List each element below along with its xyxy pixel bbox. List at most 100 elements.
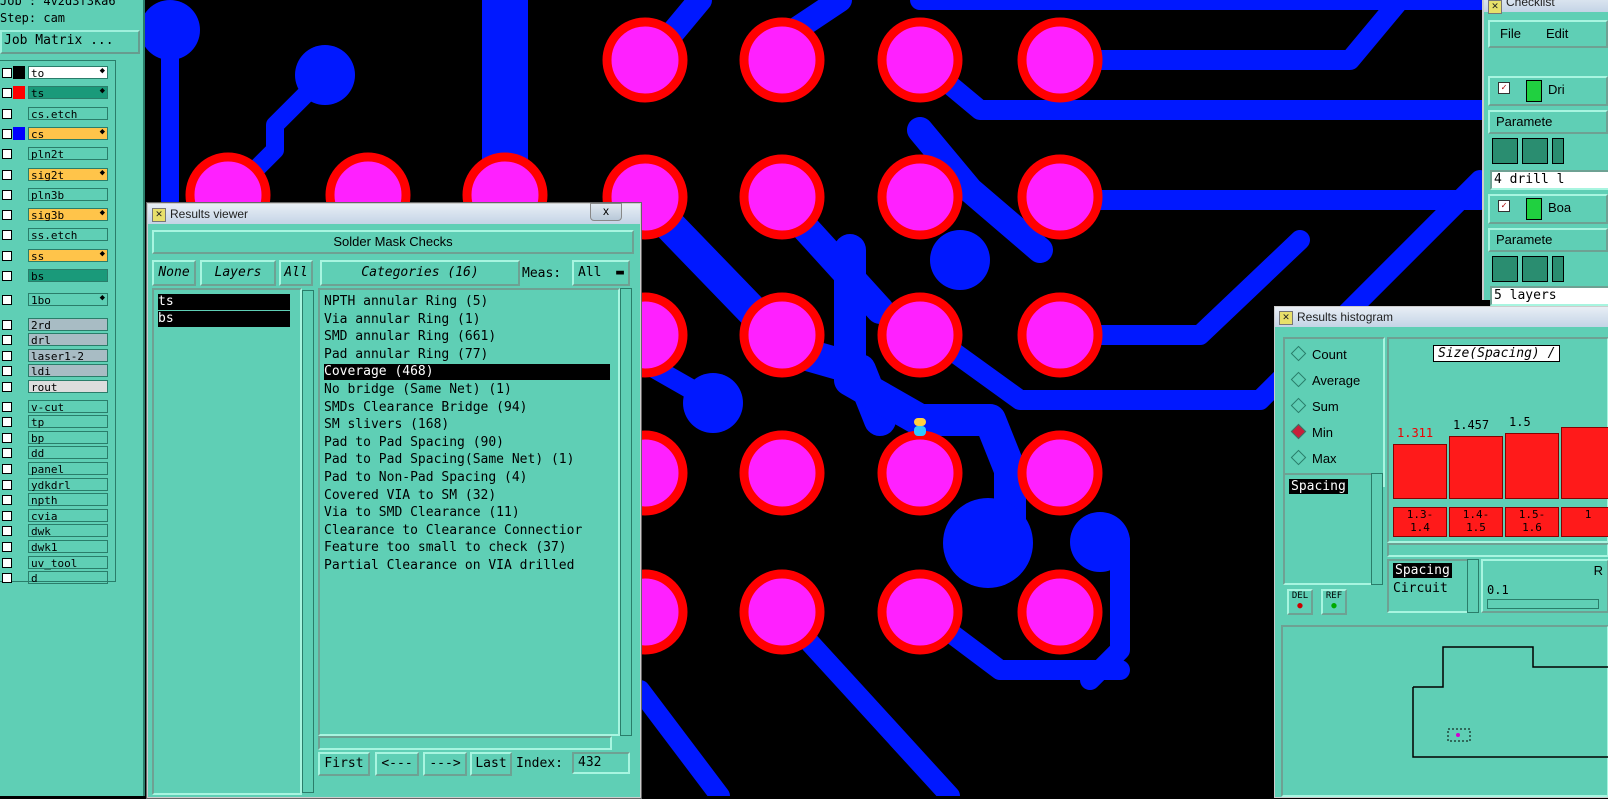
del-button[interactable]: DEL ●	[1287, 589, 1313, 615]
layer-checkbox[interactable]	[2, 319, 12, 330]
layer-checkbox[interactable]	[2, 432, 12, 443]
category-scrollbar[interactable]	[620, 288, 632, 736]
mode-radio-count[interactable]: Count	[1290, 345, 1347, 362]
layer-checkbox[interactable]	[2, 108, 12, 119]
select-all-button[interactable]: All	[279, 260, 313, 286]
layer-row[interactable]: sig3b ◆	[0, 207, 115, 222]
layer-checkbox[interactable]	[2, 542, 12, 552]
layer-color-swatch[interactable]	[13, 147, 25, 160]
layer-checkbox[interactable]	[2, 210, 12, 221]
run-icon[interactable]	[1492, 138, 1518, 164]
histogram-range-label[interactable]: 1.5- 1.6	[1505, 507, 1559, 537]
type-listbox[interactable]: Spacing Circuit	[1387, 559, 1469, 613]
layer-row[interactable]: bs	[0, 268, 115, 283]
layer-name[interactable]: ldi	[28, 364, 108, 378]
layer-color-swatch[interactable]	[13, 107, 25, 120]
layer-row[interactable]: dwk	[0, 523, 115, 538]
layer-checkbox[interactable]	[2, 479, 12, 490]
histogram-listbox[interactable]: Spacing	[1283, 473, 1377, 585]
layer-name[interactable]: pln3b	[28, 187, 108, 202]
layer-color-swatch[interactable]	[13, 446, 25, 459]
category-item[interactable]: NPTH annular Ring (5)	[324, 294, 610, 310]
histogram-titlebar[interactable]: ✕ Results histogram	[1275, 307, 1608, 327]
stop-icon[interactable]	[1552, 138, 1564, 164]
layer-row[interactable]: drl	[0, 332, 115, 347]
layer-checkbox[interactable]	[2, 495, 12, 506]
layer-name[interactable]: sig2t	[28, 167, 108, 182]
category-hscrollbar[interactable]	[318, 736, 612, 750]
layer-color-swatch[interactable]	[13, 364, 25, 377]
job-matrix-button[interactable]: Job Matrix ...	[0, 30, 140, 54]
layer-checkbox[interactable]	[2, 230, 12, 241]
category-item[interactable]: Covered VIA to SM (32)	[324, 488, 610, 504]
layer-row[interactable]: panel	[0, 461, 115, 476]
layer-name[interactable]: laser1-2	[28, 348, 108, 363]
layer-name[interactable]: npth	[28, 493, 108, 507]
parameters-button-2[interactable]: Paramete	[1488, 228, 1608, 252]
layer-color-swatch[interactable]	[13, 349, 25, 362]
layer-row[interactable]: dwk1	[0, 539, 115, 554]
histogram-range-label[interactable]: 1	[1561, 507, 1608, 537]
category-item[interactable]: Feature too small to check (37)	[324, 540, 610, 556]
layer-name[interactable]: uv_tool	[28, 555, 108, 570]
layer-color-swatch[interactable]	[13, 86, 25, 100]
layer-checkbox[interactable]	[2, 149, 12, 160]
layer-row[interactable]: pln3b	[0, 187, 115, 202]
select-none-button[interactable]: None	[152, 260, 196, 286]
layer-color-swatch[interactable]	[13, 269, 25, 282]
category-item[interactable]: SMD annular Ring (661)	[324, 329, 610, 345]
type-item-circuit[interactable]: Circuit	[1393, 581, 1448, 596]
layer-row[interactable]: 2rd	[0, 317, 115, 332]
layer-name[interactable]: 2rd	[28, 317, 108, 332]
layer-color-swatch[interactable]	[13, 293, 25, 306]
layer-checkbox[interactable]	[2, 189, 12, 200]
checkbox-icon[interactable]: ✓	[1498, 82, 1510, 94]
range-slider[interactable]	[1487, 599, 1599, 609]
layer-checkbox[interactable]	[2, 382, 12, 392]
layer-name[interactable]: bs	[28, 269, 108, 283]
layer-row[interactable]: sig2t ◆	[0, 167, 115, 182]
index-input[interactable]: 432	[572, 752, 630, 774]
layer-name[interactable]: sig3b	[28, 208, 108, 222]
checkbox-icon[interactable]: ✓	[1498, 200, 1510, 212]
category-item[interactable]: SMDs Clearance Bridge (94)	[324, 400, 610, 416]
layer-color-swatch[interactable]	[13, 478, 25, 491]
layer-color-swatch[interactable]	[13, 415, 25, 428]
board-preview[interactable]	[1281, 625, 1608, 797]
layer-color-swatch[interactable]	[13, 208, 25, 221]
layer-row[interactable]: bp	[0, 430, 115, 445]
layer-name[interactable]: bp	[28, 430, 108, 445]
histogram-bar[interactable]	[1449, 435, 1503, 499]
layer-row[interactable]: cs ◆	[0, 126, 115, 141]
meas-dropdown[interactable]: All ▬	[572, 260, 630, 286]
mode-radio-max[interactable]: Max	[1290, 449, 1337, 466]
checklist-row-2[interactable]: ✓ Boa	[1488, 194, 1608, 224]
layer-checkbox[interactable]	[2, 88, 12, 99]
histogram-list-item[interactable]: Spacing	[1289, 479, 1348, 494]
category-item[interactable]: Partial Clearance on VIA drilled	[324, 558, 610, 574]
layer-row[interactable]: pln2t	[0, 146, 115, 161]
layer-checkbox[interactable]	[2, 573, 12, 584]
layer-name[interactable]: d	[28, 571, 108, 585]
layer-checkbox[interactable]	[2, 295, 12, 306]
category-item[interactable]: Coverage (468)	[324, 364, 610, 381]
category-item[interactable]: Pad annular Ring (77)	[324, 347, 610, 363]
layer-name[interactable]: drl	[28, 333, 108, 347]
layer-name[interactable]: to	[28, 66, 108, 80]
layer-checkbox[interactable]	[2, 271, 12, 281]
layer-name[interactable]: dwk1	[28, 540, 108, 554]
layer-name[interactable]: ss	[28, 248, 108, 263]
checklist-row-1[interactable]: ✓ Dri	[1488, 76, 1608, 106]
layer-color-swatch[interactable]	[13, 509, 25, 522]
layer-color-swatch[interactable]	[13, 228, 25, 241]
layer-color-swatch[interactable]	[13, 540, 25, 553]
layer-color-swatch[interactable]	[13, 380, 25, 393]
layer-name[interactable]: v-cut	[28, 399, 108, 414]
run-all-icon[interactable]	[1522, 256, 1548, 282]
layer-color-swatch[interactable]	[13, 431, 25, 444]
layer-color-swatch[interactable]	[13, 249, 25, 262]
run-icon[interactable]	[1492, 256, 1518, 282]
type-scrollbar[interactable]	[1467, 559, 1479, 613]
histogram-list-scrollbar[interactable]	[1371, 473, 1383, 585]
layer-color-swatch[interactable]	[13, 571, 25, 584]
